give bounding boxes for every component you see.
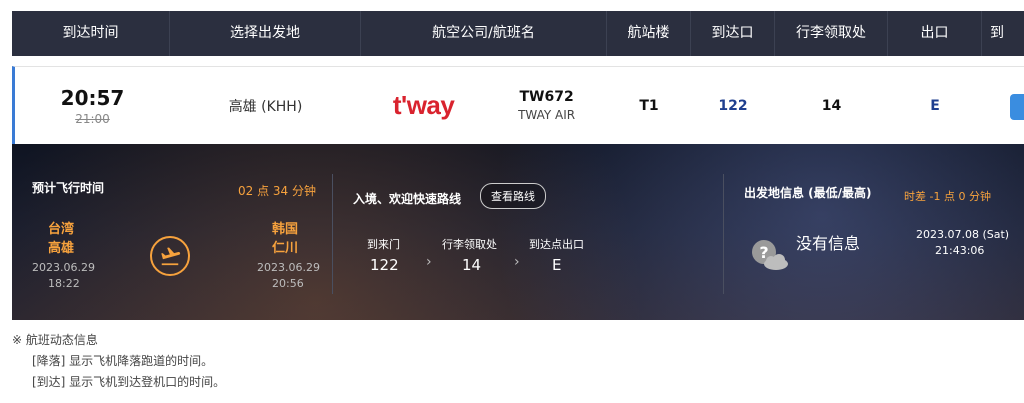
route-exit: E <box>552 256 562 274</box>
landing-plane-icon <box>150 236 190 276</box>
divider <box>332 174 333 294</box>
route-belt-label: 行李领取处 <box>442 238 497 251</box>
flight-number: TW672 <box>519 89 574 105</box>
divider <box>723 174 724 294</box>
route-exit-label: 到达点出口 <box>529 238 584 251</box>
duration-label: 预计飞行时间 <box>32 181 105 195</box>
dest-city: 仁川 <box>272 241 299 256</box>
view-route-button[interactable]: 查看路线 <box>480 183 546 209</box>
origin-date: 2023.06.29 <box>32 261 95 274</box>
flight-duration: 02 点 34 分钟 <box>238 184 316 198</box>
col-arrival-time: 到达时间 <box>12 11 170 56</box>
airline-name: TWAY AIR <box>518 108 576 122</box>
arrival-time-cell: 20:57 21:00 <box>15 86 170 126</box>
chevron-right-icon: › <box>514 254 520 270</box>
airline-cell: t'way TW672 TWAY AIR <box>361 89 607 122</box>
local-date: 2023.07.08 (Sat) <box>916 228 1010 241</box>
chevron-right-icon: › <box>426 254 432 270</box>
origin-country: 台湾 <box>48 222 75 237</box>
terminal: T1 <box>639 97 659 114</box>
route-belt: 14 <box>462 256 482 274</box>
route-gate-label: 到来门 <box>367 238 400 251</box>
col-gate: 到达口 <box>691 11 775 56</box>
local-time: 21:43:06 <box>935 244 985 257</box>
no-weather-info: 没有信息 <box>796 234 861 253</box>
col-baggage: 行李领取处 <box>775 11 888 56</box>
detail-button[interactable] <box>1010 94 1024 120</box>
dest-time: 20:56 <box>272 277 304 290</box>
weather-unknown-icon: ? <box>749 236 791 272</box>
col-terminal: 航站楼 <box>607 11 691 56</box>
departure-city: 高雄 (KHH) <box>228 98 303 115</box>
dest-date: 2023.06.29 <box>257 261 320 274</box>
col-departure: 选择出发地 <box>170 11 361 56</box>
col-more: 到 <box>990 25 1004 41</box>
plane-icon <box>161 247 181 266</box>
route-gate: 122 <box>370 256 399 274</box>
weather-title: 出发地信息 (最低/最高) <box>744 186 872 200</box>
exit: E <box>930 97 940 114</box>
time-difference: 时差 -1 点 0 分钟 <box>904 190 991 203</box>
baggage-belt: 14 <box>821 97 842 114</box>
arrival-time: 20:57 <box>60 85 125 110</box>
notes-line-arrival: [到达] 显示飞机到达登机口的时间。 <box>32 375 226 389</box>
flight-row[interactable]: 20:57 21:00 高雄 (KHH) t'way TW672 TWAY AI… <box>12 66 1024 144</box>
notes-line-landing: [降落] 显示飞机降落跑道的时间。 <box>32 354 214 368</box>
scheduled-time: 21:00 <box>75 111 110 126</box>
col-exit: 出口 <box>888 11 982 56</box>
gate: 122 <box>718 97 748 114</box>
flight-detail-panel: 预计飞行时间 02 点 34 分钟 台湾 高雄 2023.06.29 18:22… <box>12 144 1024 320</box>
origin-time: 18:22 <box>48 277 80 290</box>
route-title: 入境、欢迎快速路线 <box>353 192 462 206</box>
col-airline: 航空公司/航班名 <box>361 11 607 56</box>
tway-logo: t'way <box>392 90 455 120</box>
dest-country: 韩国 <box>272 222 299 237</box>
notes-title: ※ 航班动态信息 <box>12 333 98 347</box>
table-header: 到达时间 选择出发地 航空公司/航班名 航站楼 到达口 行李领取处 出口 到 <box>12 11 1024 56</box>
flight-status-notes: ※ 航班动态信息 [降落] 显示飞机降落跑道的时间。 [到达] 显示飞机到达登机… <box>12 330 225 393</box>
origin-city: 高雄 <box>48 241 75 256</box>
